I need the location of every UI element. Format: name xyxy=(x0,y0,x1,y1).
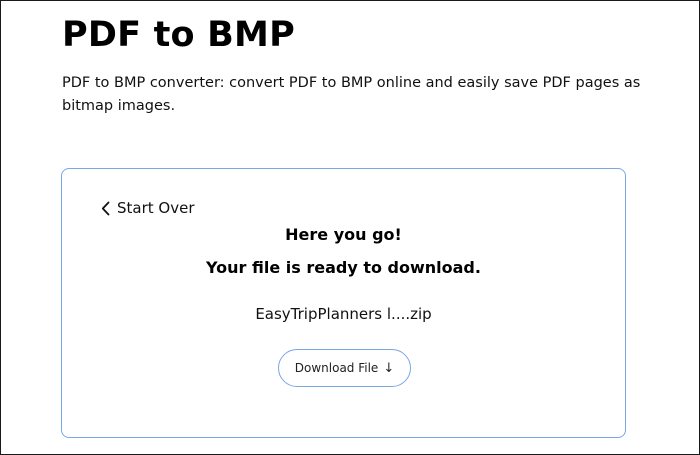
arrow-down-icon: ↓ xyxy=(383,360,395,376)
page-description: PDF to BMP converter: convert PDF to BMP… xyxy=(62,75,641,114)
download-file-label: Download File xyxy=(294,361,379,375)
start-over-label: Start Over xyxy=(117,199,195,217)
page-title: PDF to BMP xyxy=(62,15,295,55)
chevron-left-icon xyxy=(101,201,110,215)
page-frame: PDF to BMP PDF to BMP converter: convert… xyxy=(0,0,700,455)
result-card: Start Over Here you go! Your file is rea… xyxy=(61,168,626,438)
file-name: EasyTripPlanners l....zip xyxy=(255,305,432,323)
result-heading: Here you go! xyxy=(285,225,402,244)
start-over-link[interactable]: Start Over xyxy=(101,199,195,217)
result-subheading: Your file is ready to download. xyxy=(206,258,481,277)
download-file-button[interactable]: Download File ↓ xyxy=(278,349,411,387)
